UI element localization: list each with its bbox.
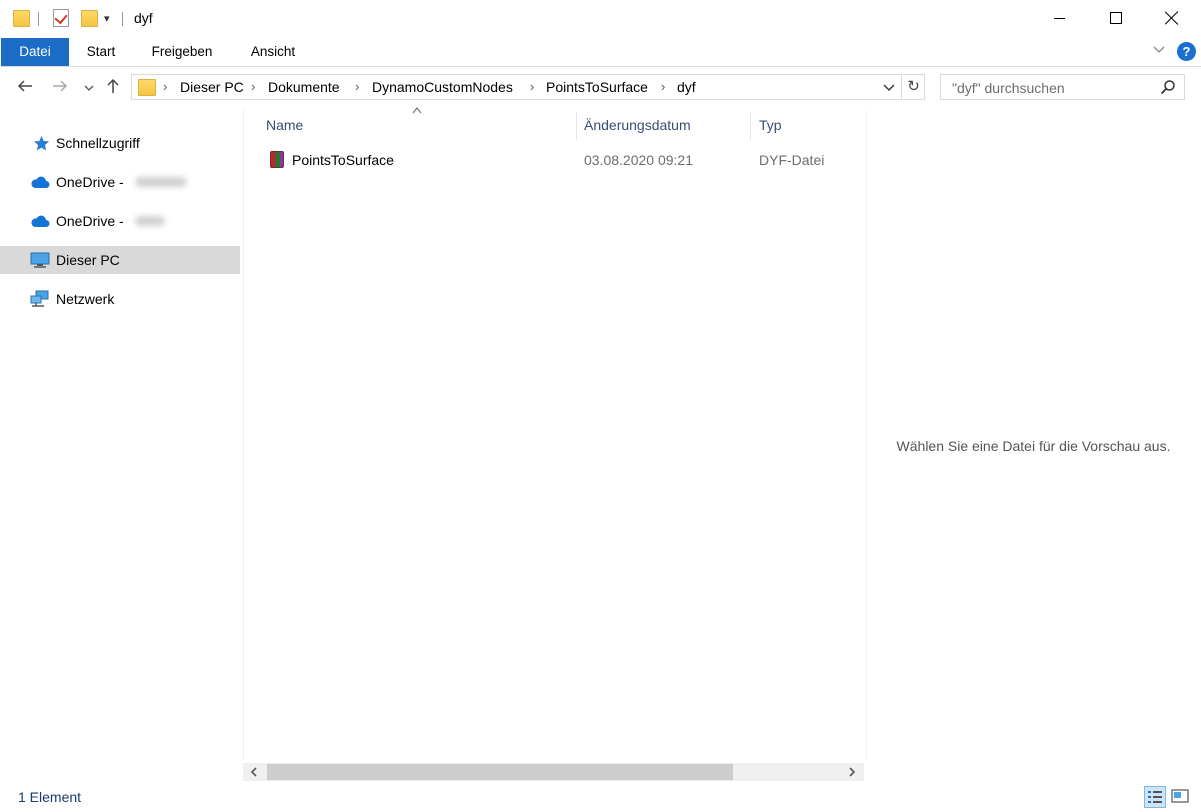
back-arrow-icon <box>17 80 32 92</box>
search-input[interactable] <box>950 76 1154 100</box>
search-icon[interactable] <box>1160 79 1176 95</box>
close-icon <box>1165 11 1179 25</box>
redacted-account-name <box>135 177 187 187</box>
navigation-pane: Schnellzugriff OneDrive - OneDrive - Die… <box>0 110 243 758</box>
breadcrumb-separator-icon[interactable]: › <box>355 75 359 99</box>
sidebar-item-label: OneDrive - <box>56 213 124 229</box>
sidebar-item-label: Netzwerk <box>56 291 115 307</box>
chevron-down-icon <box>84 85 94 91</box>
minimize-icon <box>1053 17 1065 19</box>
column-divider[interactable] <box>750 112 751 140</box>
sidebar-item-netzwerk[interactable]: Netzwerk <box>0 285 240 313</box>
refresh-icon: ↻ <box>907 78 920 95</box>
quick-access-dropdown-icon[interactable]: ▾ <box>104 11 110 27</box>
tab-start[interactable]: Start <box>80 38 122 66</box>
details-view-icon <box>1148 791 1162 803</box>
sidebar-item-onedrive-2[interactable]: OneDrive - <box>0 207 240 235</box>
new-folder-icon[interactable] <box>81 10 98 27</box>
computer-icon <box>30 252 50 268</box>
file-name[interactable]: PointsToSurface <box>292 150 394 170</box>
forward-button[interactable] <box>51 77 69 101</box>
sidebar-item-dieser-pc[interactable]: Dieser PC <box>0 246 240 274</box>
onedrive-cloud-icon <box>31 176 50 188</box>
tab-freigeben[interactable]: Freigeben <box>144 38 220 66</box>
preview-pane-message: Wählen Sie eine Datei für die Vorschau a… <box>896 438 1171 454</box>
breadcrumb-separator-icon[interactable]: › <box>163 75 167 99</box>
sidebar-item-onedrive-1[interactable]: OneDrive - <box>0 168 240 196</box>
scrollbar-thumb[interactable] <box>267 764 733 780</box>
forward-arrow-icon <box>53 80 68 92</box>
file-list: Name Änderungsdatum Typ PointsToSurface … <box>243 107 867 760</box>
back-button[interactable] <box>16 77 34 101</box>
horizontal-scrollbar[interactable] <box>243 763 864 781</box>
breadcrumb-dokumente[interactable]: Dokumente <box>268 75 340 99</box>
dyf-file-icon <box>270 151 284 168</box>
window-title: dyf <box>134 10 153 26</box>
maximize-button[interactable] <box>1093 0 1139 36</box>
folder-icon <box>138 79 156 96</box>
address-dropdown-button[interactable] <box>883 75 895 101</box>
expand-ribbon-icon[interactable] <box>1153 43 1165 58</box>
sort-ascending-icon <box>412 106 422 117</box>
separator <box>38 12 39 26</box>
sidebar-item-label: Schnellzugriff <box>56 135 140 151</box>
redacted-account-name <box>135 216 165 226</box>
breadcrumb-separator-icon[interactable]: › <box>661 75 665 99</box>
column-header-type[interactable]: Typ <box>759 116 782 134</box>
ribbon-tabs: Datei Start Freigeben Ansicht ? <box>0 38 1201 67</box>
sidebar-item-label: OneDrive - <box>56 174 124 190</box>
up-button[interactable] <box>104 77 122 98</box>
breadcrumb-pointstosurface[interactable]: PointsToSurface <box>546 75 648 99</box>
file-date: 03.08.2020 09:21 <box>584 152 693 168</box>
breadcrumb-dieser-pc[interactable]: Dieser PC <box>180 75 244 99</box>
column-divider[interactable] <box>576 112 577 140</box>
breadcrumb-separator-icon[interactable]: › <box>530 75 534 99</box>
details-view-button[interactable] <box>1144 786 1166 808</box>
onedrive-cloud-icon <box>31 215 50 227</box>
sidebar-item-schnellzugriff[interactable]: Schnellzugriff <box>0 129 240 157</box>
help-icon[interactable]: ? <box>1177 42 1196 61</box>
sidebar-item-label: Dieser PC <box>56 252 120 268</box>
chevron-down-icon <box>883 84 895 91</box>
file-type: DYF-Datei <box>759 152 825 168</box>
column-header-name[interactable]: Name <box>266 116 303 134</box>
minimize-button[interactable] <box>1036 0 1082 36</box>
recent-locations-button[interactable] <box>84 80 94 96</box>
network-icon <box>30 290 49 307</box>
breadcrumb-dyf[interactable]: dyf <box>677 75 696 99</box>
maximize-icon <box>1110 12 1122 24</box>
address-bar[interactable]: › Dieser PC › Dokumente › DynamoCustomNo… <box>131 74 902 100</box>
breadcrumb-dynamocustomnodes[interactable]: DynamoCustomNodes <box>372 75 513 99</box>
up-arrow-icon <box>107 78 119 93</box>
separator <box>122 12 123 26</box>
table-row[interactable]: PointsToSurface 03.08.2020 09:21 DYF-Dat… <box>244 148 864 172</box>
large-icons-view-button[interactable] <box>1170 786 1192 808</box>
folder-icon <box>13 10 30 27</box>
star-icon <box>34 136 49 151</box>
breadcrumb-separator-icon[interactable]: › <box>251 75 255 99</box>
refresh-button[interactable]: ↻ <box>903 74 925 100</box>
scroll-right-icon[interactable] <box>848 763 856 782</box>
large-icons-view-icon <box>1171 789 1189 803</box>
tab-datei[interactable]: Datei <box>1 38 69 66</box>
column-header-date[interactable]: Änderungsdatum <box>584 116 691 134</box>
search-box[interactable] <box>940 74 1185 100</box>
status-item-count: 1 Element <box>18 789 82 805</box>
properties-icon[interactable] <box>53 9 69 27</box>
close-button[interactable] <box>1149 0 1195 36</box>
tab-ansicht[interactable]: Ansicht <box>244 38 302 66</box>
scroll-left-icon[interactable] <box>250 763 258 782</box>
title-bar: ▾ dyf <box>0 0 1201 38</box>
